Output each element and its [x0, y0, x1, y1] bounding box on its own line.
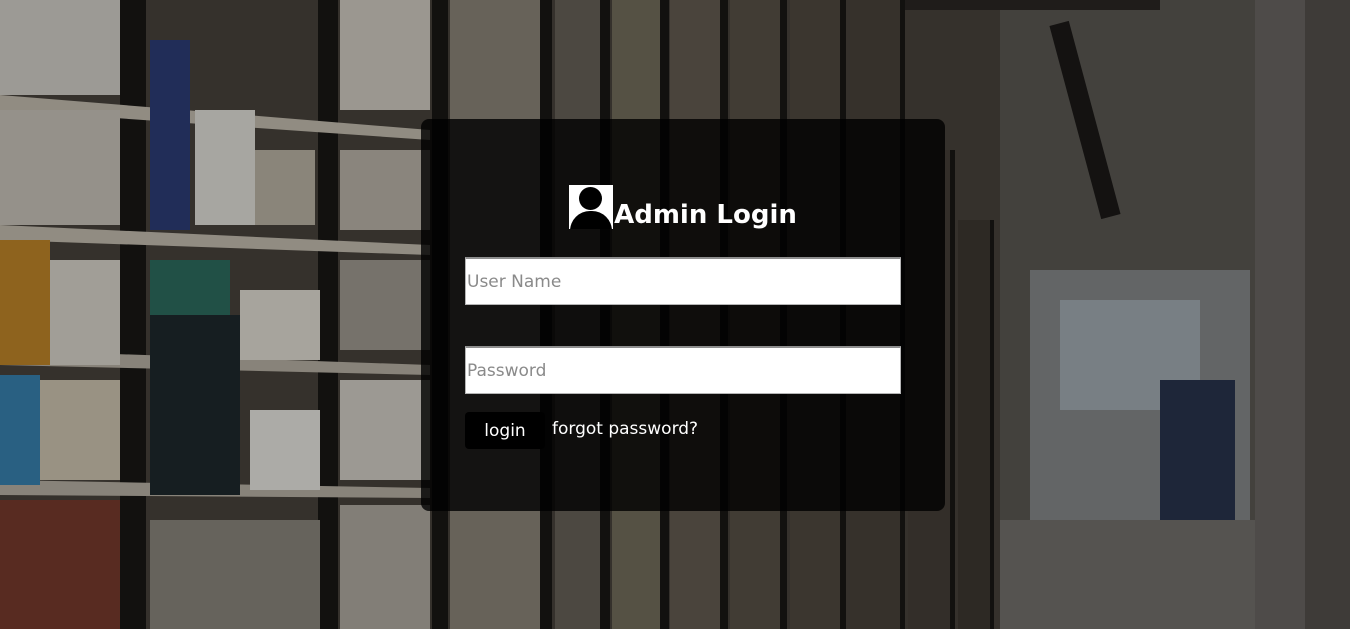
- password-input[interactable]: [465, 346, 901, 394]
- forgot-password-link[interactable]: forgot password?: [552, 419, 698, 439]
- login-title: Admin Login: [614, 200, 797, 230]
- login-header: Admin Login: [421, 183, 945, 229]
- login-button[interactable]: login: [465, 412, 545, 449]
- user-icon: [569, 185, 614, 229]
- login-panel: Admin Login login forgot password?: [421, 119, 945, 511]
- username-input[interactable]: [465, 257, 901, 305]
